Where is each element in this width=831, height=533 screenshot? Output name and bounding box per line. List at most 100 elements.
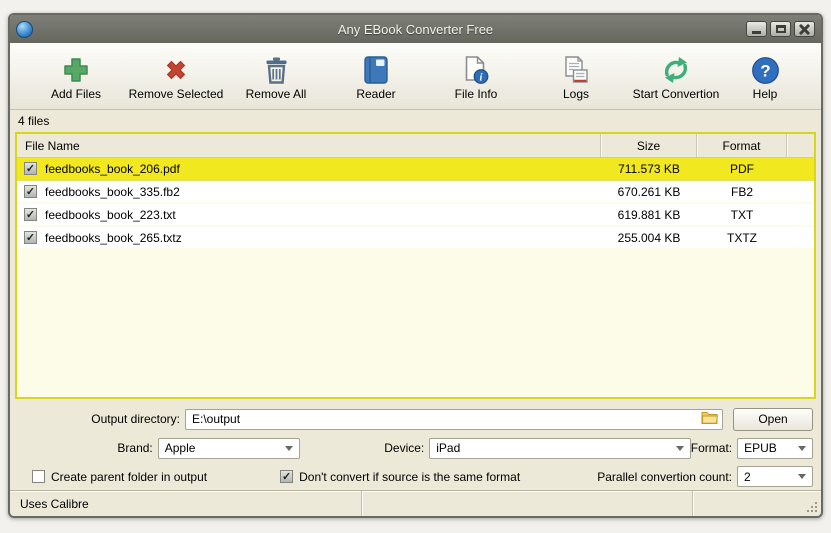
output-directory-value: E:\output	[192, 412, 701, 426]
file-size: 255.004 KB	[601, 231, 697, 245]
window-title: Any EBook Converter Free	[10, 22, 821, 37]
toolbar: Add Files Remove Selected Remove All Reader…	[10, 43, 821, 110]
file-info-icon: i	[462, 51, 490, 85]
file-name: feedbooks_book_206.pdf	[45, 162, 601, 176]
minimize-icon	[752, 31, 761, 34]
toolbar-button-label: Start Convertion	[633, 87, 720, 101]
chevron-down-icon	[798, 446, 806, 451]
table-row[interactable]: ✓ feedbooks_book_265.txtz255.004 KBTXTZ	[17, 227, 814, 250]
column-header-file-name[interactable]: File Name	[17, 134, 601, 157]
add-files-icon	[61, 51, 91, 85]
output-directory-row: Output directory: E:\output Open	[10, 405, 821, 433]
file-checkbox[interactable]: ✓	[24, 185, 37, 198]
statusbar: Uses Calibre	[10, 490, 821, 516]
svg-text:i: i	[480, 73, 483, 84]
file-checkbox[interactable]: ✓	[24, 231, 37, 244]
toolbar-button-label: Remove Selected	[129, 87, 224, 101]
create-parent-checkbox[interactable]	[32, 470, 45, 483]
remove-all-button[interactable]: Remove All	[226, 51, 326, 101]
close-button[interactable]	[794, 21, 815, 37]
dont-convert-checkbox[interactable]: ✓	[280, 470, 293, 483]
toolbar-button-label: Reader	[356, 87, 395, 101]
file-name: feedbooks_book_265.txtz	[45, 231, 601, 245]
toolbar-button-label: File Info	[455, 87, 498, 101]
start-convertion-icon	[660, 51, 692, 85]
output-directory-input[interactable]: E:\output	[185, 409, 723, 430]
help-button[interactable]: ? Help	[733, 51, 797, 101]
status-text: Uses Calibre	[10, 491, 362, 516]
remove-selected-button[interactable]: Remove Selected	[126, 51, 226, 101]
parallel-count-group: Parallel convertion count: 2	[597, 466, 813, 487]
device-select[interactable]: iPad	[429, 438, 691, 459]
dont-convert-label: Don't convert if source is the same form…	[299, 470, 520, 484]
folder-icon[interactable]	[701, 411, 718, 427]
brand-label: Brand:	[20, 441, 158, 455]
maximize-icon	[776, 25, 786, 33]
logs-icon	[562, 51, 590, 85]
parallel-count-select[interactable]: 2	[737, 466, 813, 487]
table-row[interactable]: ✓ feedbooks_book_335.fb2670.261 KBFB2	[17, 181, 814, 204]
logs-button[interactable]: Logs	[526, 51, 626, 101]
resize-grip[interactable]	[806, 501, 819, 514]
file-name: feedbooks_book_335.fb2	[45, 185, 601, 199]
file-size: 619.881 KB	[601, 208, 697, 222]
help-icon: ?	[751, 51, 780, 85]
file-format: PDF	[697, 162, 787, 176]
output-directory-label: Output directory:	[10, 412, 185, 426]
add-files-button[interactable]: Add Files	[26, 51, 126, 101]
svg-text:?: ?	[760, 62, 770, 81]
file-count-label: 4 files	[10, 110, 821, 132]
table-header: File Name Size Format	[17, 134, 814, 158]
brand-value: Apple	[165, 441, 196, 455]
minimize-button[interactable]	[746, 21, 767, 37]
file-info-button[interactable]: i File Info	[426, 51, 526, 101]
ebook-app-icon	[16, 21, 33, 38]
device-value: iPad	[436, 441, 460, 455]
file-checkbox[interactable]: ✓	[24, 162, 37, 175]
close-icon	[799, 24, 810, 35]
open-button[interactable]: Open	[733, 408, 813, 431]
file-checkbox[interactable]: ✓	[24, 208, 37, 221]
reader-button[interactable]: Reader	[326, 51, 426, 101]
chevron-down-icon	[676, 446, 684, 451]
format-select[interactable]: EPUB	[737, 438, 813, 459]
titlebar: Any EBook Converter Free	[10, 15, 821, 43]
table-row[interactable]: ✓ feedbooks_book_223.txt619.881 KBTXT	[17, 204, 814, 227]
device-label: Device:	[300, 441, 430, 455]
parallel-count-label: Parallel convertion count:	[597, 470, 737, 484]
start-convertion-button[interactable]: Start Convertion	[626, 51, 726, 101]
file-format: TXT	[697, 208, 787, 222]
remove-all-icon	[263, 51, 290, 85]
device-settings-row: Brand: Apple Device: iPad Format: EPUB	[10, 433, 821, 463]
create-parent-label: Create parent folder in output	[51, 470, 207, 484]
status-panel	[362, 491, 693, 516]
remove-selected-icon	[161, 51, 191, 85]
column-header-size[interactable]: Size	[601, 134, 697, 157]
toolbar-button-label: Remove All	[246, 87, 307, 101]
format-value: EPUB	[744, 441, 777, 455]
format-label: Format:	[691, 441, 737, 455]
maximize-button[interactable]	[770, 21, 791, 37]
parallel-count-value: 2	[744, 470, 751, 484]
app-window: Any EBook Converter Free Add Files Remove…	[8, 13, 823, 518]
toolbar-button-label: Add Files	[51, 87, 101, 101]
reader-icon	[363, 51, 389, 85]
file-name: feedbooks_book_223.txt	[45, 208, 601, 222]
chevron-down-icon	[798, 474, 806, 479]
table-body: ✓ feedbooks_book_206.pdf711.573 KBPDF ✓ fee…	[17, 158, 814, 250]
table-row[interactable]: ✓ feedbooks_book_206.pdf711.573 KBPDF	[17, 158, 814, 181]
window-controls	[743, 21, 815, 37]
brand-select[interactable]: Apple	[158, 438, 300, 459]
column-header-format[interactable]: Format	[697, 134, 787, 157]
file-table: File Name Size Format ✓ feedbooks_book_20…	[15, 132, 816, 399]
toolbar-button-label: Help	[753, 87, 778, 101]
chevron-down-icon	[285, 446, 293, 451]
status-panel	[693, 491, 821, 516]
toolbar-button-label: Logs	[563, 87, 589, 101]
file-size: 670.261 KB	[601, 185, 697, 199]
file-format: FB2	[697, 185, 787, 199]
column-header-spacer	[787, 134, 814, 157]
file-size: 711.573 KB	[601, 162, 697, 176]
file-format: TXTZ	[697, 231, 787, 245]
options-row: Create parent folder in output ✓ Don't c…	[10, 463, 821, 490]
